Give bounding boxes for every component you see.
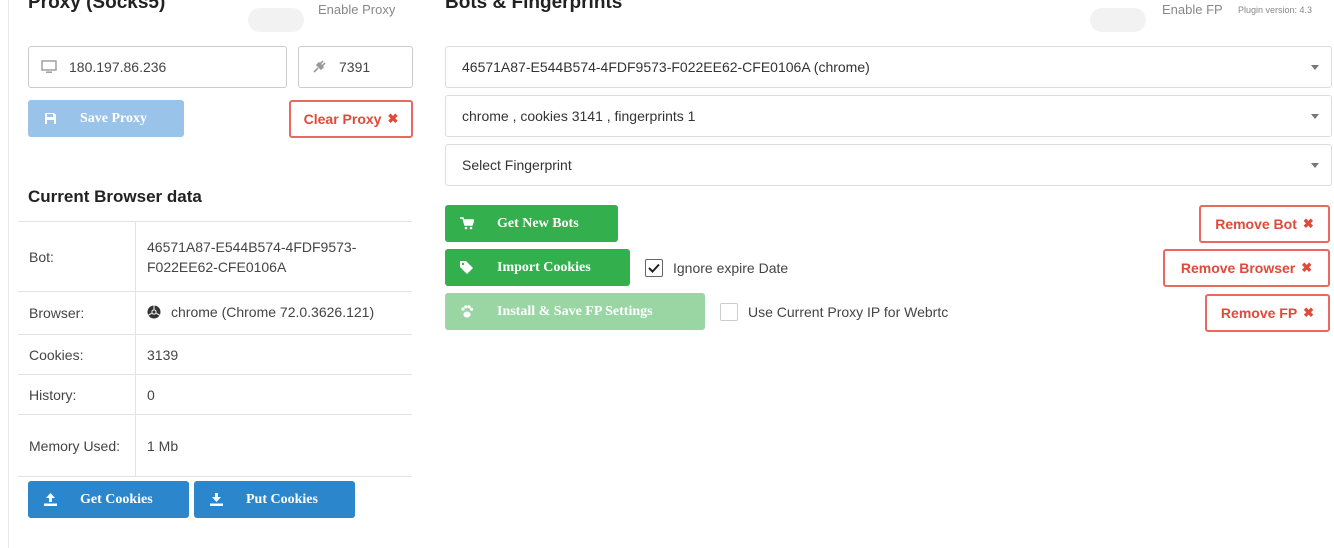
fingerprint-select-value: Select Fingerprint: [462, 157, 572, 173]
memory-value: 1 Mb: [135, 414, 412, 477]
remove-browser-label: Remove Browser: [1180, 260, 1296, 276]
save-proxy-button[interactable]: Save Proxy: [28, 100, 184, 137]
checkbox-checked-icon: [645, 259, 663, 277]
table-row: History: 0: [18, 374, 412, 415]
table-row: Bot: 46571A87-E544B574-4FDF9573-F022EE62…: [18, 221, 412, 292]
bot-select[interactable]: 46571A87-E544B574-4FDF9573-F022EE62-CFE0…: [445, 46, 1332, 88]
import-cookies-label: Import Cookies: [497, 259, 591, 275]
clear-proxy-label: Clear Proxy: [303, 111, 382, 127]
use-proxy-ip-checkbox[interactable]: Use Current Proxy IP for Webrtc: [720, 303, 948, 321]
clear-proxy-button[interactable]: Clear Proxy ✖: [289, 100, 413, 138]
chrome-icon: [147, 305, 161, 319]
put-cookies-button[interactable]: Put Cookies: [194, 481, 355, 518]
left-divider: [8, 0, 9, 548]
tags-icon: [457, 261, 477, 274]
ignore-expire-checkbox[interactable]: Ignore expire Date: [645, 259, 788, 277]
browser-select[interactable]: chrome , cookies 3141 , fingerprints 1: [445, 95, 1332, 137]
paw-icon: [457, 305, 477, 318]
table-row: Browser: chrome (Chrome 72.0.3626.121): [18, 291, 412, 335]
checkbox-unchecked-icon: [720, 303, 738, 321]
get-cookies-button[interactable]: Get Cookies: [28, 481, 189, 518]
download-icon: [206, 493, 226, 506]
row-key: Memory Used:: [18, 414, 136, 477]
install-fp-button[interactable]: Install & Save FP Settings: [445, 293, 705, 330]
bots-section-title: Bots & Fingerprints: [445, 0, 623, 13]
close-icon: ✖: [387, 111, 399, 126]
remove-browser-button[interactable]: Remove Browser ✖: [1163, 249, 1330, 287]
table-row: Memory Used: 1 Mb: [18, 414, 412, 477]
get-new-bots-label: Get New Bots: [497, 215, 579, 231]
browser-select-value: chrome , cookies 3141 , fingerprints 1: [462, 108, 696, 124]
proxy-port-field[interactable]: 7391: [298, 46, 413, 88]
get-new-bots-button[interactable]: Get New Bots: [445, 205, 618, 242]
use-proxy-ip-label: Use Current Proxy IP for Webrtc: [748, 304, 949, 320]
bot-id-value: 46571A87-E544B574-4FDF9573-F022EE62-CFE0…: [135, 221, 412, 292]
proxy-section-title: Proxy (Socks5): [28, 0, 166, 13]
close-icon: ✖: [1301, 260, 1313, 275]
row-key: History:: [18, 374, 136, 415]
proxy-toggle-label: Enable Proxy: [318, 2, 396, 17]
history-value: 0: [135, 374, 412, 415]
plugin-version: Plugin version: 4.3: [1238, 5, 1313, 15]
chevron-down-icon: [1311, 113, 1319, 119]
save-icon: [40, 112, 60, 125]
row-key: Cookies:: [18, 334, 136, 375]
proxy-port-value: 7391: [339, 59, 371, 75]
bot-select-value: 46571A87-E544B574-4FDF9573-F022EE62-CFE0…: [462, 59, 870, 75]
get-cookies-label: Get Cookies: [80, 491, 153, 507]
close-icon: ✖: [1303, 305, 1315, 320]
close-icon: ✖: [1302, 216, 1314, 231]
fp-toggle[interactable]: [1090, 8, 1146, 32]
row-key: Browser:: [18, 291, 136, 335]
remove-bot-label: Remove Bot: [1215, 216, 1297, 232]
fp-toggle-label: Enable FP: [1162, 2, 1223, 17]
proxy-ip-value: 180.197.86.236: [69, 59, 167, 75]
put-cookies-label: Put Cookies: [246, 491, 318, 507]
plug-icon: [311, 59, 327, 75]
proxy-ip-field[interactable]: 180.197.86.236: [28, 46, 287, 88]
remove-fp-label: Remove FP: [1220, 305, 1298, 321]
fingerprint-select[interactable]: Select Fingerprint: [445, 144, 1332, 186]
chevron-down-icon: [1311, 162, 1319, 168]
save-proxy-label: Save Proxy: [80, 110, 148, 126]
import-cookies-button[interactable]: Import Cookies: [445, 249, 630, 286]
cookies-value: 3139: [135, 334, 412, 375]
ignore-expire-label: Ignore expire Date: [673, 260, 789, 276]
monitor-icon: [41, 60, 57, 74]
browser-value: chrome (Chrome 72.0.3626.121): [171, 304, 375, 320]
row-key: Bot:: [18, 221, 136, 292]
proxy-toggle[interactable]: [248, 8, 304, 32]
cart-icon: [457, 217, 477, 230]
chevron-down-icon: [1311, 64, 1319, 70]
browser-data-title: Current Browser data: [28, 187, 202, 206]
browser-data-table: Bot: 46571A87-E544B574-4FDF9573-F022EE62…: [18, 221, 412, 477]
remove-bot-button[interactable]: Remove Bot ✖: [1199, 205, 1330, 243]
upload-icon: [40, 493, 60, 506]
install-fp-label: Install & Save FP Settings: [497, 303, 653, 319]
table-row: Cookies: 3139: [18, 334, 412, 375]
remove-fp-button[interactable]: Remove FP ✖: [1205, 294, 1330, 332]
